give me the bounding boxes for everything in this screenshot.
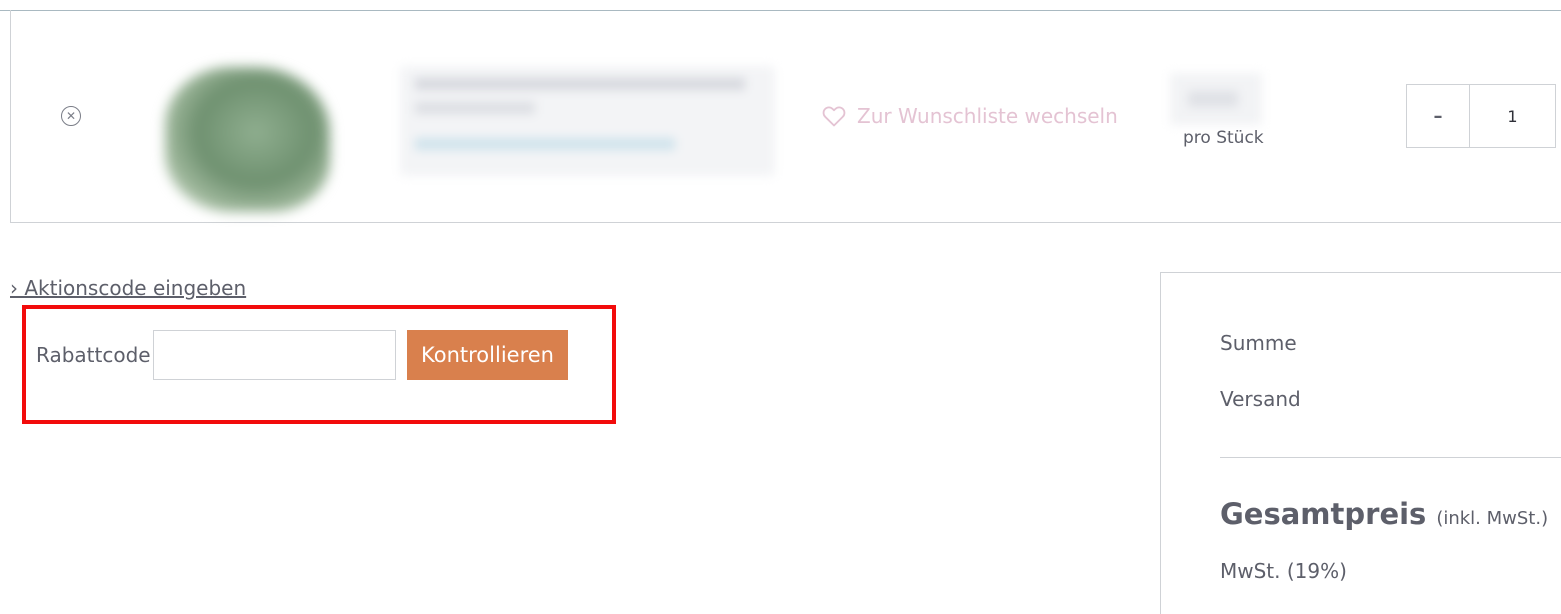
close-circle-icon: ✕ (65, 109, 77, 123)
heart-icon (822, 106, 846, 127)
summary-divider (1220, 457, 1561, 458)
quantity-decrease-button[interactable]: – (1407, 85, 1470, 147)
quantity-stepper: – 1 (1406, 84, 1556, 148)
product-name-blurred[interactable] (400, 66, 775, 176)
quantity-value[interactable]: 1 (1470, 85, 1556, 147)
unit-price-blurred (1170, 73, 1262, 125)
tax-label: MwSt. (19%) (1220, 559, 1347, 583)
wishlist-label: Zur Wunschliste wechseln (857, 104, 1118, 128)
coupon-code-input[interactable] (153, 330, 396, 380)
promo-code-toggle-link[interactable]: › Aktionscode eingeben (10, 276, 246, 300)
total-line: Gesamtpreis (inkl. MwSt.) (1220, 497, 1548, 531)
coupon-label: Rabattcode (36, 343, 151, 367)
price-unit-label: pro Stück (1183, 128, 1264, 148)
check-coupon-button[interactable]: Kontrollieren (407, 330, 568, 380)
move-to-wishlist-link[interactable]: Zur Wunschliste wechseln (822, 104, 1118, 128)
subtotal-label: Summe (1220, 331, 1297, 355)
remove-item-button[interactable]: ✕ (61, 106, 81, 126)
shipping-label: Versand (1220, 387, 1301, 411)
product-image[interactable] (165, 67, 330, 212)
total-tax-note: (inkl. MwSt.) (1436, 508, 1549, 529)
total-label: Gesamtpreis (1220, 497, 1427, 531)
